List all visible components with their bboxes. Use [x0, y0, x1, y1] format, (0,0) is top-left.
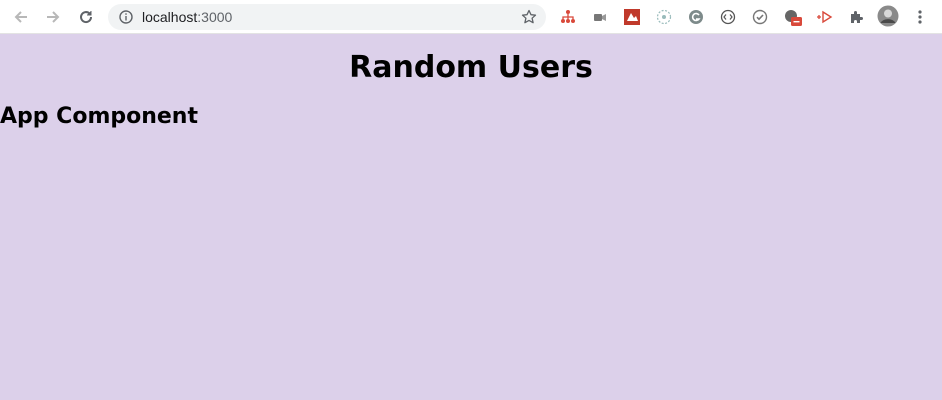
network-extension-icon[interactable]	[558, 7, 578, 27]
timer-extension-icon[interactable]	[782, 7, 802, 27]
red-extension-icon[interactable]	[622, 7, 642, 27]
back-arrow-icon[interactable]	[9, 5, 33, 29]
browser-toolbar: localhost:3000	[0, 0, 942, 34]
page-title: Random Users	[349, 50, 593, 85]
forward-arrow-icon[interactable]	[41, 5, 65, 29]
puzzle-icon[interactable]	[846, 7, 866, 27]
code-extension-icon[interactable]	[718, 7, 738, 27]
profile-avatar[interactable]	[877, 5, 899, 27]
target-extension-icon[interactable]	[654, 7, 674, 27]
kebab-menu-icon[interactable]	[910, 7, 930, 27]
url-text: localhost:3000	[142, 4, 232, 30]
bookmark-star-icon[interactable]	[520, 8, 538, 26]
site-info-icon[interactable]	[118, 9, 134, 25]
checkmark-extension-icon[interactable]	[750, 7, 770, 27]
grammar-extension-icon[interactable]	[686, 7, 706, 27]
reload-icon[interactable]	[74, 5, 98, 29]
address-bar[interactable]: localhost:3000	[108, 4, 546, 30]
url-port: :3000	[197, 9, 233, 25]
play-extension-icon[interactable]	[814, 7, 834, 27]
capture-extension-icon[interactable]	[590, 7, 610, 27]
component-heading: App Component	[0, 104, 198, 129]
url-host: localhost	[142, 9, 198, 25]
